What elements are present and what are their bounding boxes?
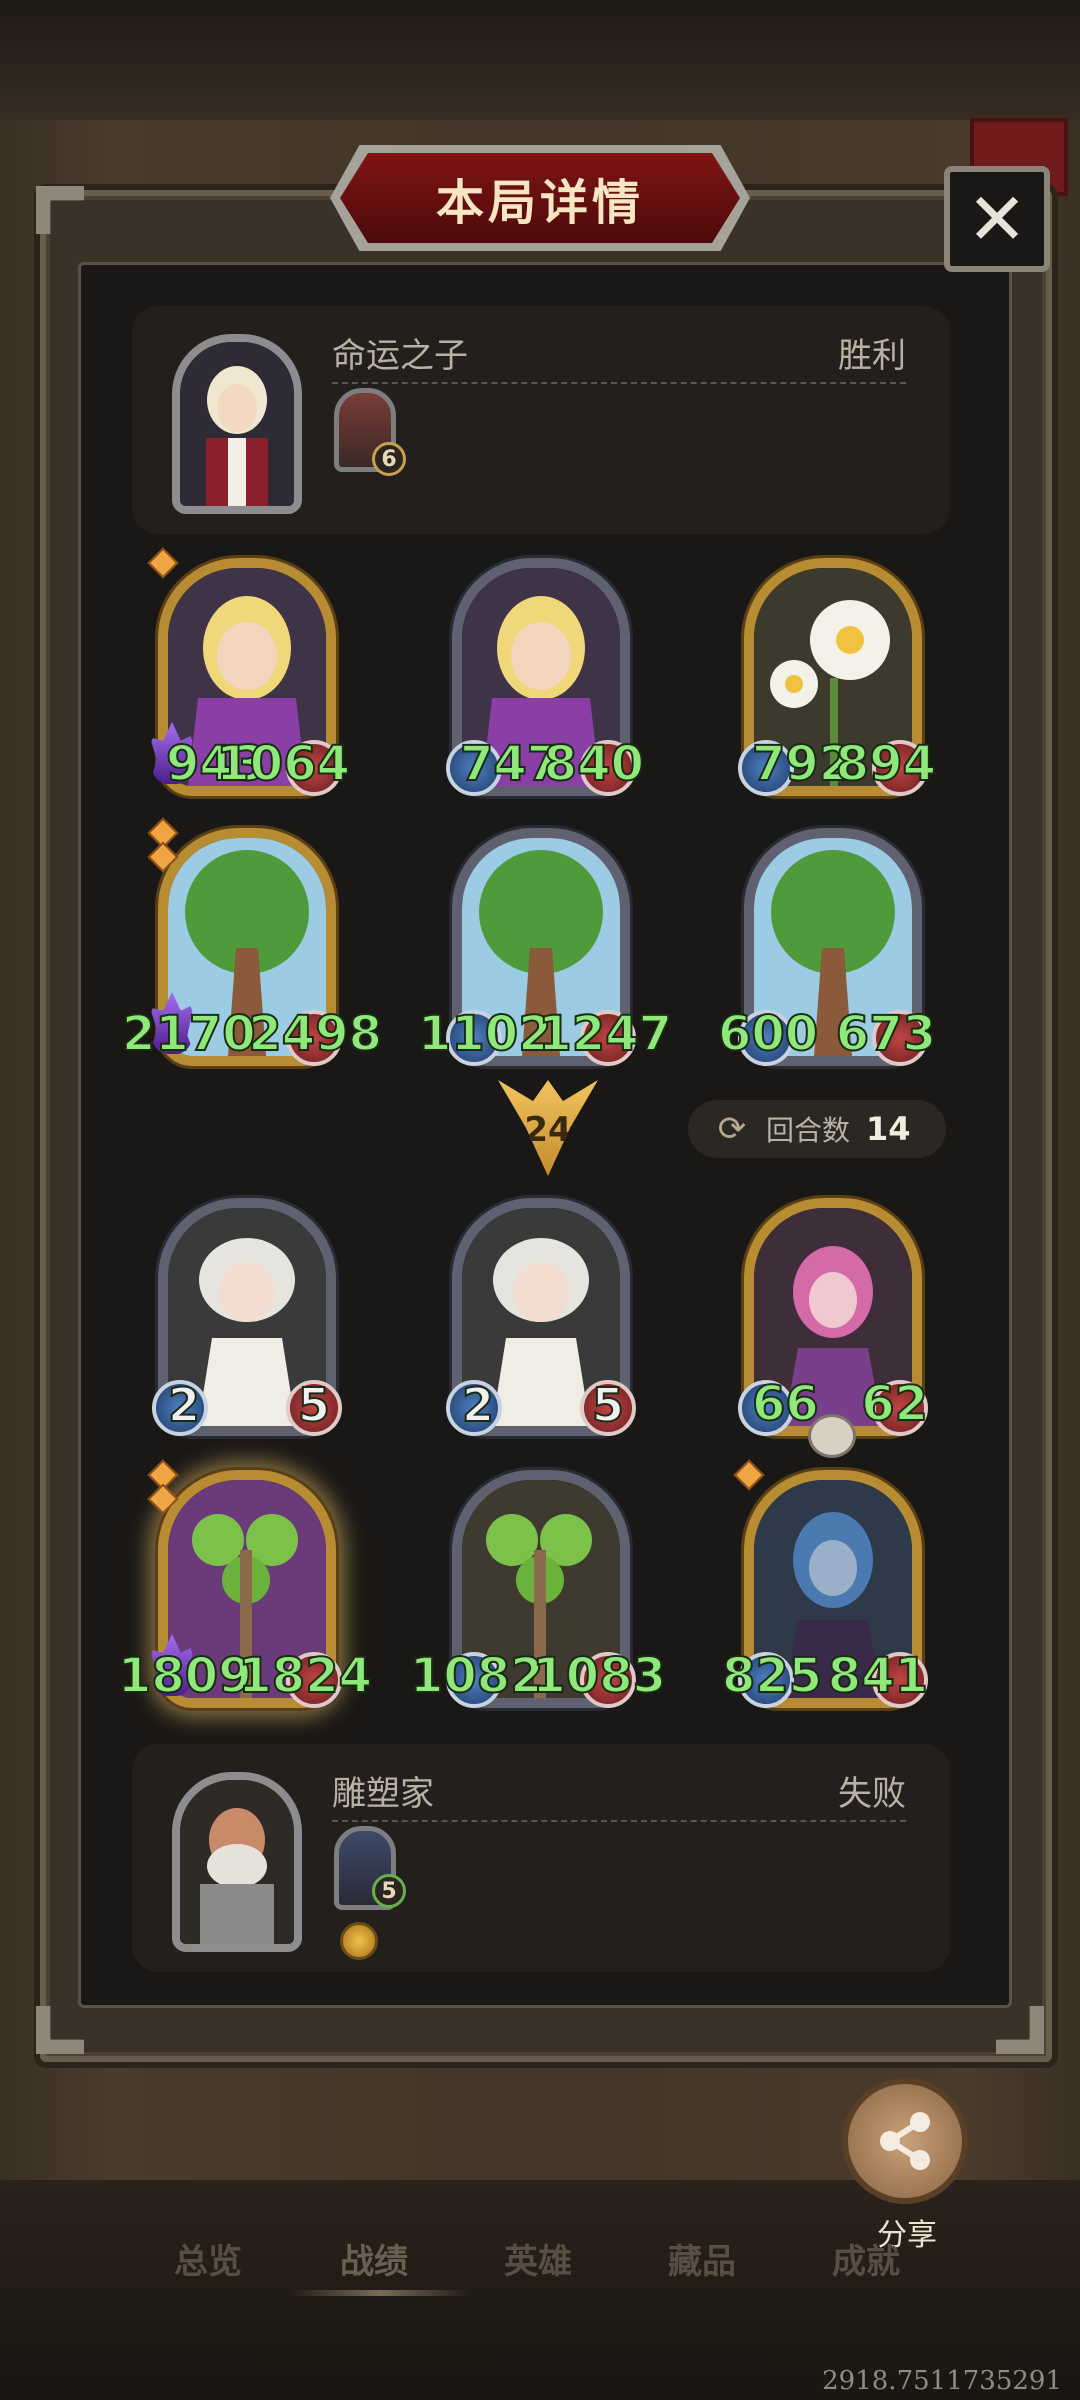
turns-label: 回合数 — [766, 1114, 851, 1147]
unit-card[interactable]: 1082 1083 — [409, 1470, 667, 1708]
health-value: 673 — [835, 1006, 937, 1062]
winner-name: 命运之子 — [332, 336, 468, 376]
loser-result: 失败 — [838, 1774, 906, 1814]
divider — [332, 382, 906, 384]
loser-level-badge: 5 — [372, 1874, 406, 1908]
unit-card[interactable]: 1809 1824 — [117, 1459, 373, 1708]
health-value: 5 — [591, 1378, 625, 1432]
unit-card[interactable]: 2 5 — [152, 1198, 342, 1436]
unit-card[interactable]: 66 62 — [738, 1198, 929, 1458]
winner-level-badge: 6 — [372, 442, 406, 476]
share-button[interactable] — [842, 2078, 968, 2204]
health-value: 1824 — [237, 1648, 373, 1704]
health-value: 841 — [827, 1648, 929, 1704]
health-value: 840 — [543, 736, 645, 792]
tab-collection[interactable]: 藏品 — [668, 2234, 736, 2283]
bottom-tab-bar: 总览 战绩 英雄 藏品 成就 — [0, 2220, 1080, 2330]
close-icon: ✕ — [966, 177, 1028, 261]
health-value: 62 — [860, 1376, 929, 1432]
attack-value: 1082 — [409, 1648, 545, 1704]
health-value: 5 — [297, 1378, 331, 1432]
tab-achievements[interactable]: 成就 — [832, 2234, 900, 2283]
winner-avatar[interactable] — [172, 334, 302, 514]
gold-coin-icon — [340, 1922, 378, 1960]
loser-name: 雕塑家 — [332, 1774, 434, 1814]
coordinate-readout: 2918.7511735291 — [822, 2366, 1062, 2396]
attack-value: 2 — [461, 1378, 495, 1432]
attack-value: 825 — [721, 1648, 823, 1704]
unit-card[interactable]: 825 841 — [721, 1459, 929, 1708]
health-value: 1083 — [531, 1648, 667, 1704]
title-banner: 本局详情 — [340, 153, 740, 243]
active-tab-indicator — [290, 2290, 470, 2296]
loser-avatar[interactable] — [172, 1772, 302, 1952]
unit-card[interactable]: 2170 2498 — [121, 817, 383, 1066]
divider — [332, 1820, 906, 1822]
dialog-title: 本局详情 — [435, 175, 644, 231]
attack-value: 600 — [717, 1006, 819, 1062]
attack-value: 1102 — [417, 1006, 553, 1062]
winner-result: 胜利 — [838, 336, 906, 376]
tab-heroes[interactable]: 英雄 — [504, 2234, 572, 2283]
turns-value: 14 — [866, 1110, 911, 1148]
close-button[interactable]: ✕ — [944, 166, 1050, 272]
unit-card[interactable]: 747 840 — [446, 558, 645, 796]
health-value: 1064 — [215, 736, 351, 792]
health-value: 1247 — [537, 1006, 673, 1062]
winner-panel: 命运之子 胜利 6 — [132, 306, 950, 534]
unit-card[interactable]: 1102 1247 — [417, 828, 673, 1066]
health-value: 2498 — [247, 1006, 383, 1062]
health-value: 894 — [835, 736, 937, 792]
unit-card[interactable]: 600 673 — [717, 828, 937, 1066]
tab-records[interactable]: 战绩 — [340, 2234, 408, 2283]
unit-card[interactable]: 943 1064 — [147, 547, 351, 796]
attack-value: 66 — [751, 1376, 820, 1432]
attack-value: 2170 — [121, 1006, 257, 1062]
background-top — [0, 0, 1080, 140]
unit-card[interactable]: 2 5 — [446, 1198, 636, 1436]
attack-value: 2 — [167, 1378, 201, 1432]
turns-counter: ⟳ 回合数 14 — [688, 1100, 946, 1158]
share-icon — [880, 2112, 930, 2170]
loser-panel: 雕塑家 失败 5 — [132, 1744, 950, 1972]
unit-card[interactable]: 792 894 — [738, 558, 937, 796]
refresh-icon: ⟳ — [717, 1109, 747, 1149]
tab-overview[interactable]: 总览 — [174, 2234, 242, 2283]
attack-value: 1809 — [117, 1648, 253, 1704]
